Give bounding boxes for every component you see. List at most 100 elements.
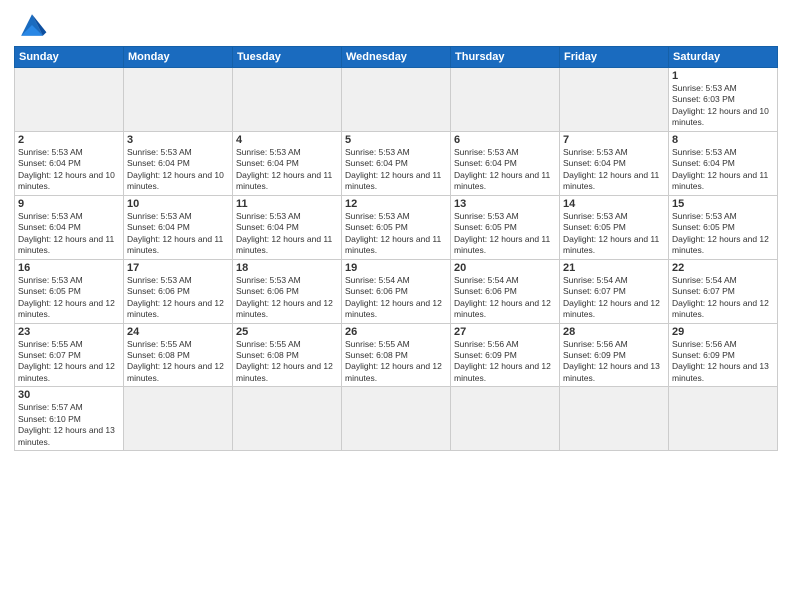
day-number: 30 (18, 389, 120, 401)
calendar-cell (560, 68, 669, 132)
calendar-cell: 1Sunrise: 5:53 AMSunset: 6:03 PMDaylight… (669, 68, 778, 132)
day-info: Sunrise: 5:53 AMSunset: 6:05 PMDaylight:… (454, 211, 556, 257)
day-info: Sunrise: 5:53 AMSunset: 6:05 PMDaylight:… (672, 211, 774, 257)
day-number: 13 (454, 198, 556, 210)
calendar-cell: 21Sunrise: 5:54 AMSunset: 6:07 PMDayligh… (560, 259, 669, 323)
calendar-header-saturday: Saturday (669, 47, 778, 68)
calendar-cell: 24Sunrise: 5:55 AMSunset: 6:08 PMDayligh… (124, 323, 233, 387)
day-info: Sunrise: 5:53 AMSunset: 6:05 PMDaylight:… (345, 211, 447, 257)
day-number: 29 (672, 326, 774, 338)
calendar-week-row-5: 30Sunrise: 5:57 AMSunset: 6:10 PMDayligh… (15, 387, 778, 451)
day-info: Sunrise: 5:53 AMSunset: 6:04 PMDaylight:… (563, 147, 665, 193)
calendar-cell: 17Sunrise: 5:53 AMSunset: 6:06 PMDayligh… (124, 259, 233, 323)
day-number: 10 (127, 198, 229, 210)
calendar-cell: 25Sunrise: 5:55 AMSunset: 6:08 PMDayligh… (233, 323, 342, 387)
calendar-header-sunday: Sunday (15, 47, 124, 68)
day-info: Sunrise: 5:55 AMSunset: 6:08 PMDaylight:… (236, 339, 338, 385)
day-info: Sunrise: 5:54 AMSunset: 6:07 PMDaylight:… (672, 275, 774, 321)
logo-icon (14, 10, 50, 40)
calendar-cell: 9Sunrise: 5:53 AMSunset: 6:04 PMDaylight… (15, 195, 124, 259)
calendar-cell (15, 68, 124, 132)
calendar-cell (124, 68, 233, 132)
day-info: Sunrise: 5:57 AMSunset: 6:10 PMDaylight:… (18, 402, 120, 448)
calendar-cell: 15Sunrise: 5:53 AMSunset: 6:05 PMDayligh… (669, 195, 778, 259)
day-info: Sunrise: 5:53 AMSunset: 6:04 PMDaylight:… (236, 147, 338, 193)
day-info: Sunrise: 5:53 AMSunset: 6:04 PMDaylight:… (127, 211, 229, 257)
calendar-cell: 13Sunrise: 5:53 AMSunset: 6:05 PMDayligh… (451, 195, 560, 259)
day-info: Sunrise: 5:55 AMSunset: 6:07 PMDaylight:… (18, 339, 120, 385)
calendar-cell: 23Sunrise: 5:55 AMSunset: 6:07 PMDayligh… (15, 323, 124, 387)
day-number: 1 (672, 70, 774, 82)
day-number: 15 (672, 198, 774, 210)
calendar-cell: 3Sunrise: 5:53 AMSunset: 6:04 PMDaylight… (124, 131, 233, 195)
calendar-header-friday: Friday (560, 47, 669, 68)
calendar-cell (560, 387, 669, 451)
calendar-header-wednesday: Wednesday (342, 47, 451, 68)
calendar-header-tuesday: Tuesday (233, 47, 342, 68)
day-number: 26 (345, 326, 447, 338)
day-info: Sunrise: 5:53 AMSunset: 6:04 PMDaylight:… (345, 147, 447, 193)
day-number: 5 (345, 134, 447, 146)
day-info: Sunrise: 5:55 AMSunset: 6:08 PMDaylight:… (127, 339, 229, 385)
day-number: 16 (18, 262, 120, 274)
calendar-cell: 18Sunrise: 5:53 AMSunset: 6:06 PMDayligh… (233, 259, 342, 323)
calendar-cell: 6Sunrise: 5:53 AMSunset: 6:04 PMDaylight… (451, 131, 560, 195)
day-number: 9 (18, 198, 120, 210)
calendar-cell: 20Sunrise: 5:54 AMSunset: 6:06 PMDayligh… (451, 259, 560, 323)
calendar-header-row: SundayMondayTuesdayWednesdayThursdayFrid… (15, 47, 778, 68)
calendar-cell: 22Sunrise: 5:54 AMSunset: 6:07 PMDayligh… (669, 259, 778, 323)
calendar-cell: 26Sunrise: 5:55 AMSunset: 6:08 PMDayligh… (342, 323, 451, 387)
calendar-week-row-3: 16Sunrise: 5:53 AMSunset: 6:05 PMDayligh… (15, 259, 778, 323)
calendar-cell (451, 68, 560, 132)
calendar-cell: 10Sunrise: 5:53 AMSunset: 6:04 PMDayligh… (124, 195, 233, 259)
calendar-cell: 4Sunrise: 5:53 AMSunset: 6:04 PMDaylight… (233, 131, 342, 195)
calendar-cell (233, 68, 342, 132)
day-number: 19 (345, 262, 447, 274)
calendar-cell: 5Sunrise: 5:53 AMSunset: 6:04 PMDaylight… (342, 131, 451, 195)
calendar-cell: 27Sunrise: 5:56 AMSunset: 6:09 PMDayligh… (451, 323, 560, 387)
day-number: 8 (672, 134, 774, 146)
day-info: Sunrise: 5:55 AMSunset: 6:08 PMDaylight:… (345, 339, 447, 385)
calendar-cell: 7Sunrise: 5:53 AMSunset: 6:04 PMDaylight… (560, 131, 669, 195)
day-info: Sunrise: 5:54 AMSunset: 6:06 PMDaylight:… (454, 275, 556, 321)
day-info: Sunrise: 5:53 AMSunset: 6:03 PMDaylight:… (672, 83, 774, 129)
calendar-cell: 12Sunrise: 5:53 AMSunset: 6:05 PMDayligh… (342, 195, 451, 259)
day-info: Sunrise: 5:53 AMSunset: 6:05 PMDaylight:… (563, 211, 665, 257)
day-number: 24 (127, 326, 229, 338)
day-number: 7 (563, 134, 665, 146)
day-number: 23 (18, 326, 120, 338)
day-info: Sunrise: 5:53 AMSunset: 6:04 PMDaylight:… (454, 147, 556, 193)
calendar-cell: 14Sunrise: 5:53 AMSunset: 6:05 PMDayligh… (560, 195, 669, 259)
day-info: Sunrise: 5:53 AMSunset: 6:04 PMDaylight:… (672, 147, 774, 193)
day-info: Sunrise: 5:53 AMSunset: 6:04 PMDaylight:… (236, 211, 338, 257)
calendar-cell: 16Sunrise: 5:53 AMSunset: 6:05 PMDayligh… (15, 259, 124, 323)
calendar-header-thursday: Thursday (451, 47, 560, 68)
day-number: 28 (563, 326, 665, 338)
calendar-cell: 29Sunrise: 5:56 AMSunset: 6:09 PMDayligh… (669, 323, 778, 387)
logo (14, 10, 54, 40)
calendar-week-row-0: 1Sunrise: 5:53 AMSunset: 6:03 PMDaylight… (15, 68, 778, 132)
day-number: 11 (236, 198, 338, 210)
day-number: 14 (563, 198, 665, 210)
day-info: Sunrise: 5:56 AMSunset: 6:09 PMDaylight:… (454, 339, 556, 385)
calendar-cell: 28Sunrise: 5:56 AMSunset: 6:09 PMDayligh… (560, 323, 669, 387)
calendar-cell (669, 387, 778, 451)
calendar-cell (233, 387, 342, 451)
calendar-table: SundayMondayTuesdayWednesdayThursdayFrid… (14, 46, 778, 451)
calendar-cell: 2Sunrise: 5:53 AMSunset: 6:04 PMDaylight… (15, 131, 124, 195)
day-number: 6 (454, 134, 556, 146)
page: SundayMondayTuesdayWednesdayThursdayFrid… (0, 0, 792, 612)
day-info: Sunrise: 5:53 AMSunset: 6:04 PMDaylight:… (18, 147, 120, 193)
day-info: Sunrise: 5:56 AMSunset: 6:09 PMDaylight:… (563, 339, 665, 385)
day-info: Sunrise: 5:53 AMSunset: 6:05 PMDaylight:… (18, 275, 120, 321)
calendar-cell (451, 387, 560, 451)
day-number: 2 (18, 134, 120, 146)
day-number: 20 (454, 262, 556, 274)
day-info: Sunrise: 5:54 AMSunset: 6:06 PMDaylight:… (345, 275, 447, 321)
day-number: 12 (345, 198, 447, 210)
day-info: Sunrise: 5:53 AMSunset: 6:04 PMDaylight:… (18, 211, 120, 257)
calendar-cell (342, 68, 451, 132)
day-number: 25 (236, 326, 338, 338)
day-info: Sunrise: 5:53 AMSunset: 6:04 PMDaylight:… (127, 147, 229, 193)
calendar-cell: 30Sunrise: 5:57 AMSunset: 6:10 PMDayligh… (15, 387, 124, 451)
